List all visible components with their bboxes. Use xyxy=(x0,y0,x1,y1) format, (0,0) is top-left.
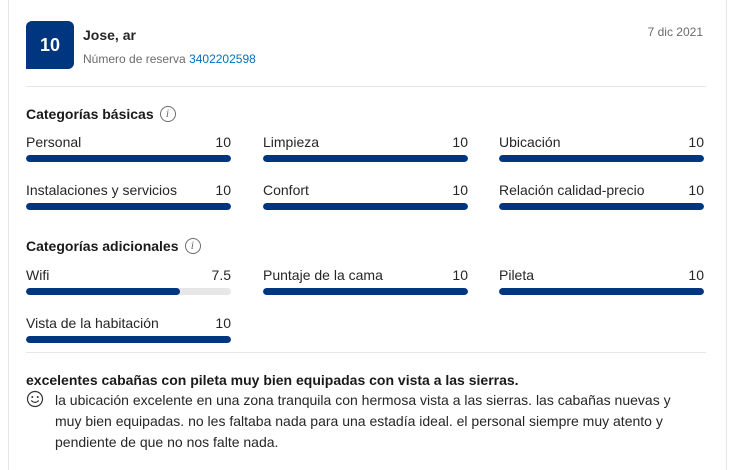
info-icon[interactable]: i xyxy=(184,238,201,254)
category-personal: Personal 10 xyxy=(26,134,231,166)
score-bar-fill xyxy=(499,203,704,210)
category-score: 7.5 xyxy=(211,267,231,283)
score-bar-fill xyxy=(26,155,231,162)
score-bar xyxy=(263,203,468,210)
score-bar xyxy=(499,155,704,162)
review-body: la ubicación excelente en una zona tranq… xyxy=(55,392,671,450)
score-bar-fill xyxy=(499,155,704,162)
score-bar-fill xyxy=(499,288,704,295)
score-bar xyxy=(26,203,231,210)
score-bar xyxy=(26,288,231,295)
category-wifi: Wifi 7.5 xyxy=(26,267,231,299)
category-score: 10 xyxy=(688,134,704,150)
additional-categories-title: Categorías adicionales i xyxy=(26,238,201,254)
category-relacion-calidad-precio: Relación calidad-precio 10 xyxy=(499,182,704,214)
category-score: 10 xyxy=(452,182,468,198)
basic-categories-title: Categorías básicas i xyxy=(26,106,176,122)
score-bar xyxy=(499,203,704,210)
reservation-label: Número de reserva xyxy=(83,52,186,66)
review-score-badge: 10 xyxy=(26,21,74,69)
reservation-number-link[interactable]: 3402202598 xyxy=(189,52,256,66)
score-bar xyxy=(263,288,468,295)
review-title: excelentes cabañas con pileta muy bien e… xyxy=(26,372,519,388)
category-label: Personal xyxy=(26,134,82,150)
reservation-info: Número de reserva 3402202598 xyxy=(83,52,256,66)
category-score: 10 xyxy=(215,182,231,198)
category-vista-habitacion: Vista de la habitación 10 xyxy=(26,315,231,347)
category-puntaje-cama: Puntaje de la cama 10 xyxy=(263,267,468,299)
category-label: Vista de la habitación xyxy=(26,315,159,331)
category-score: 10 xyxy=(452,267,468,283)
category-score: 10 xyxy=(688,267,704,283)
score-bar-fill xyxy=(263,288,468,295)
reviewer-name: Jose, ar xyxy=(83,27,136,43)
score-bar-fill xyxy=(26,203,231,210)
category-label: Ubicación xyxy=(499,134,561,150)
smile-icon xyxy=(26,390,44,408)
category-score: 10 xyxy=(688,182,704,198)
category-label: Relación calidad-precio xyxy=(499,182,645,198)
score-bar-fill xyxy=(26,288,180,295)
category-limpieza: Limpieza 10 xyxy=(263,134,468,166)
category-label: Instalaciones y servicios xyxy=(26,182,177,198)
review-date: 7 dic 2021 xyxy=(647,25,703,39)
divider xyxy=(26,86,706,87)
category-score: 10 xyxy=(452,134,468,150)
score-bar xyxy=(26,155,231,162)
score-bar xyxy=(263,155,468,162)
score-bar-fill xyxy=(263,203,468,210)
category-confort: Confort 10 xyxy=(263,182,468,214)
score-bar-fill xyxy=(26,336,231,343)
category-score: 10 xyxy=(215,315,231,331)
category-label: Puntaje de la cama xyxy=(263,267,383,283)
category-label: Confort xyxy=(263,182,309,198)
category-label: Limpieza xyxy=(263,134,320,150)
score-bar xyxy=(499,288,704,295)
score-bar-fill xyxy=(263,155,468,162)
divider xyxy=(26,352,706,353)
category-instalaciones: Instalaciones y servicios 10 xyxy=(26,182,231,214)
review-card: 10 Jose, ar Número de reserva 3402202598… xyxy=(8,0,727,470)
category-pileta: Pileta 10 xyxy=(499,267,704,299)
additional-categories-label: Categorías adicionales xyxy=(26,238,179,254)
info-icon[interactable]: i xyxy=(159,106,176,122)
category-ubicacion: Ubicación 10 xyxy=(499,134,704,166)
category-label: Pileta xyxy=(499,267,535,283)
score-bar xyxy=(26,336,231,343)
category-score: 10 xyxy=(215,134,231,150)
basic-categories-label: Categorías básicas xyxy=(26,106,154,122)
category-label: Wifi xyxy=(26,267,50,283)
